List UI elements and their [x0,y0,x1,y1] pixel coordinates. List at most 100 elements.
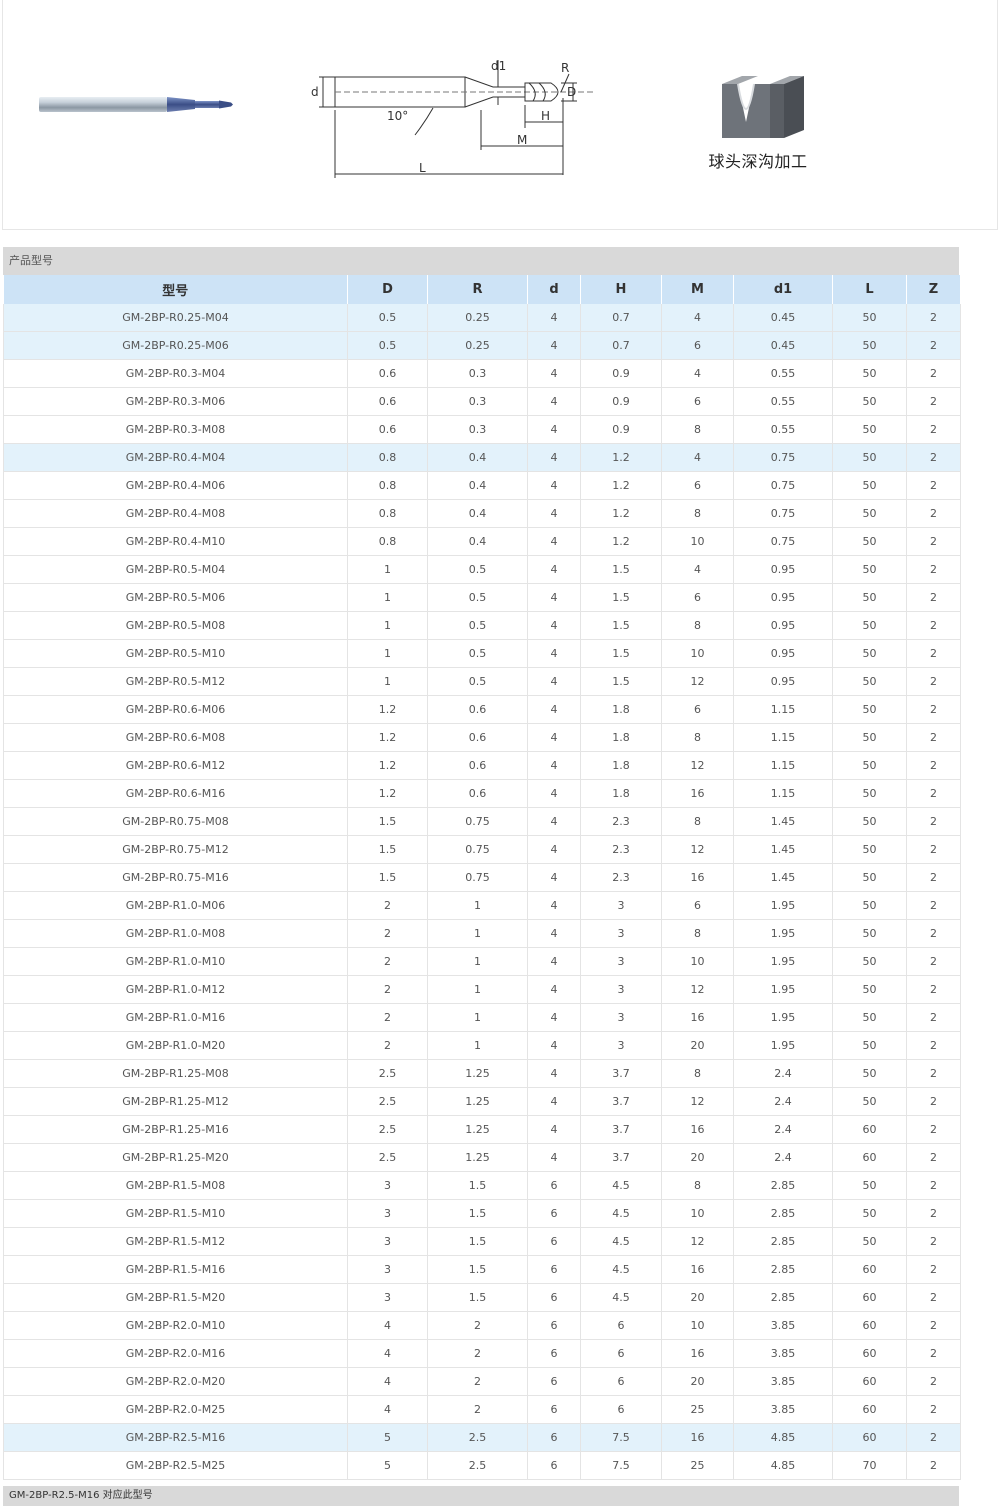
cell-col-h: 1.5 [580,639,662,668]
cell-col-r: 0.6 [427,779,528,808]
cell-col-d1: 2.85 [733,1255,833,1284]
cell-col-m: 10 [661,1199,734,1228]
cell-col-l: 60 [832,1367,907,1396]
cell-col-l: 50 [832,1227,907,1256]
cell-col-d-big: 1.5 [347,835,428,864]
cell-col-z: 2 [906,555,961,584]
cell-col-d1: 0.95 [733,639,833,668]
cell-col-l: 60 [832,1423,907,1452]
cell-col-d-big: 2 [347,1003,428,1032]
end-mill-photo [39,97,233,112]
table-row: GM-2BP-R0.5-M12 1 0.5 4 1.5 12 0.95 50 2 [3,667,961,696]
cell-col-z: 2 [906,304,961,332]
cell-col-h: 7.5 [580,1423,662,1452]
cell-col-h: 3 [580,891,662,920]
cell-col-d1: 3.85 [733,1311,833,1340]
cell-col-z: 2 [906,527,961,556]
cell-col-m: 20 [661,1367,734,1396]
header-col-d1: d1 [733,275,833,304]
cell-col-d-big: 1.5 [347,863,428,892]
cell-col-m: 16 [661,1339,734,1368]
table-row: GM-2BP-R0.3-M06 0.6 0.3 4 0.9 6 0.55 50 2 [3,387,961,416]
cell-col-d-big: 1 [347,667,428,696]
cell-col-d-big: 0.8 [347,471,428,500]
cell-col-m: 12 [661,835,734,864]
cell-col-d: 4 [527,639,581,668]
cell-col-r: 2.5 [427,1451,528,1480]
cell-col-model: GM-2BP-R0.4-M08 [3,499,348,528]
table-header-row: 型号 D Rd H Md1 L Z [3,275,961,304]
cell-col-d-big: 0.8 [347,499,428,528]
cell-col-l: 50 [832,1087,907,1116]
table-row: GM-2BP-R1.25-M16 2.5 1.25 4 3.7 16 2.4 60 2 [3,1115,961,1144]
table-row: GM-2BP-R0.25-M04 0.5 0.25 4 0.7 4 0.45 50 2 [3,304,961,332]
cell-col-l: 50 [832,415,907,444]
cell-col-z: 2 [906,1311,961,1340]
cell-col-model: GM-2BP-R0.75-M08 [3,807,348,836]
cell-col-m: 10 [661,639,734,668]
cell-col-h: 6 [580,1395,662,1424]
cell-col-m: 10 [661,527,734,556]
cell-col-l: 50 [832,863,907,892]
cell-col-l: 50 [832,639,907,668]
cell-col-r: 0.5 [427,611,528,640]
cell-col-m: 8 [661,1171,734,1200]
cell-col-l: 50 [832,695,907,724]
cell-col-d-big: 2 [347,891,428,920]
cell-col-d-big: 4 [347,1311,428,1340]
cell-col-h: 6 [580,1367,662,1396]
cell-col-r: 2 [427,1339,528,1368]
cell-col-d: 4 [527,975,581,1004]
cell-col-d: 4 [527,779,581,808]
table-row: GM-2BP-R1.0-M06 2 1 4 3 6 1.95 50 2 [3,891,961,920]
header-col-r: R [427,275,528,304]
cell-col-h: 1.2 [580,527,662,556]
cell-col-m: 16 [661,863,734,892]
cell-col-m: 10 [661,947,734,976]
cell-col-r: 2.5 [427,1423,528,1452]
cell-col-m: 8 [661,807,734,836]
cell-col-z: 2 [906,975,961,1004]
cell-col-h: 1.2 [580,443,662,472]
cell-col-model: GM-2BP-R0.4-M04 [3,443,348,472]
cell-col-model: GM-2BP-R2.0-M25 [3,1395,348,1424]
cell-col-r: 0.25 [427,331,528,360]
cell-col-h: 3.7 [580,1059,662,1088]
cell-col-m: 4 [661,555,734,584]
cell-col-l: 70 [832,1451,907,1480]
cell-col-d-big: 1.2 [347,723,428,752]
cell-col-d: 6 [527,1255,581,1284]
cell-col-d1: 0.95 [733,583,833,612]
dim-h-label: H [541,109,550,123]
cell-col-l: 50 [832,331,907,360]
cell-col-d1: 0.95 [733,611,833,640]
cell-col-d1: 2.85 [733,1171,833,1200]
cell-col-d1: 4.85 [733,1451,833,1480]
cell-col-h: 0.7 [580,331,662,360]
cell-col-d: 6 [527,1451,581,1480]
cell-col-z: 2 [906,1199,961,1228]
cell-col-d-big: 2 [347,975,428,1004]
cell-col-m: 8 [661,919,734,948]
ball-groove-process: 球头深沟加工 [693,72,823,172]
cell-col-r: 1.25 [427,1087,528,1116]
table-row: GM-2BP-R0.5-M10 1 0.5 4 1.5 10 0.95 50 2 [3,639,961,668]
cell-col-l: 50 [832,499,907,528]
cell-col-d: 6 [527,1395,581,1424]
cell-col-l: 50 [832,723,907,752]
cell-col-d1: 3.85 [733,1339,833,1368]
cell-col-d1: 1.95 [733,891,833,920]
table-row: GM-2BP-R0.6-M08 1.2 0.6 4 1.8 8 1.15 50 2 [3,723,961,752]
cell-col-d: 4 [527,863,581,892]
table-row: GM-2BP-R1.0-M12 2 1 4 3 12 1.95 50 2 [3,975,961,1004]
cell-col-d-big: 2 [347,1031,428,1060]
cell-col-model: GM-2BP-R1.0-M08 [3,919,348,948]
dim-l-label: L [419,161,426,175]
cell-col-d-big: 4 [347,1367,428,1396]
table-row: GM-2BP-R0.5-M08 1 0.5 4 1.5 8 0.95 50 2 [3,611,961,640]
product-images-panel: d d1 R D 10° H M L 球头深沟加工 [2,0,998,230]
cell-col-l: 50 [832,891,907,920]
cell-col-d: 4 [527,415,581,444]
cell-col-r: 0.75 [427,835,528,864]
cell-col-model: GM-2BP-R0.75-M12 [3,835,348,864]
